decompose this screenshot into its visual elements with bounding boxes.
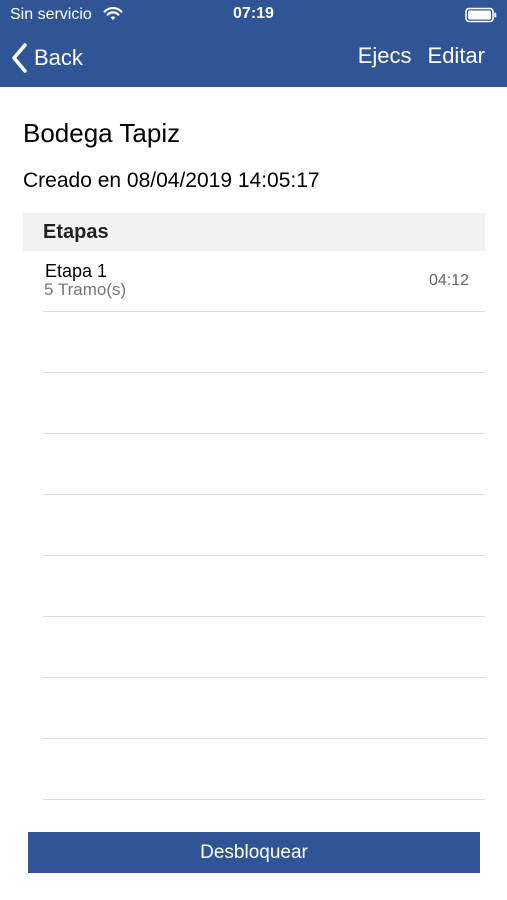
- stages-list: Etapa 1 5 Tramo(s) 04:12: [43, 251, 485, 800]
- empty-row: [43, 434, 485, 495]
- empty-row: [43, 556, 485, 617]
- status-bar: Sin servicio 07:19: [0, 0, 507, 30]
- back-label: Back: [34, 45, 83, 70]
- stage-subtitle: 5 Tramo(s): [44, 280, 127, 299]
- empty-row: [43, 495, 485, 556]
- empty-row: [43, 312, 485, 373]
- unlock-button[interactable]: Desbloquear: [28, 832, 480, 873]
- header-bar: Sin servicio 07:19 Back Ejecs Editar: [0, 0, 507, 87]
- chevron-left-icon: [12, 43, 27, 73]
- navigation-bar: Back Ejecs Editar: [0, 30, 507, 87]
- nav-actions: Ejecs Editar: [358, 43, 485, 69]
- stage-title: Etapa 1: [45, 261, 108, 281]
- empty-row: [43, 739, 485, 800]
- edit-button[interactable]: Editar: [428, 43, 485, 69]
- ejecs-button[interactable]: Ejecs: [358, 43, 412, 69]
- stage-time: 04:12: [428, 272, 469, 289]
- empty-row: [43, 678, 485, 739]
- created-timestamp: Creado en 08/04/2019 14:05:17: [23, 169, 320, 192]
- empty-row: [43, 617, 485, 678]
- back-button[interactable]: Back: [10, 40, 83, 76]
- section-header-stages: Etapas: [23, 213, 485, 251]
- page-title: Bodega Tapiz: [23, 118, 181, 148]
- section-header-label: Etapas: [43, 221, 109, 243]
- clock: 07:19: [233, 5, 274, 22]
- list-item[interactable]: Etapa 1 5 Tramo(s) 04:12: [43, 251, 485, 312]
- battery-icon: [465, 7, 497, 23]
- empty-row: [43, 373, 485, 434]
